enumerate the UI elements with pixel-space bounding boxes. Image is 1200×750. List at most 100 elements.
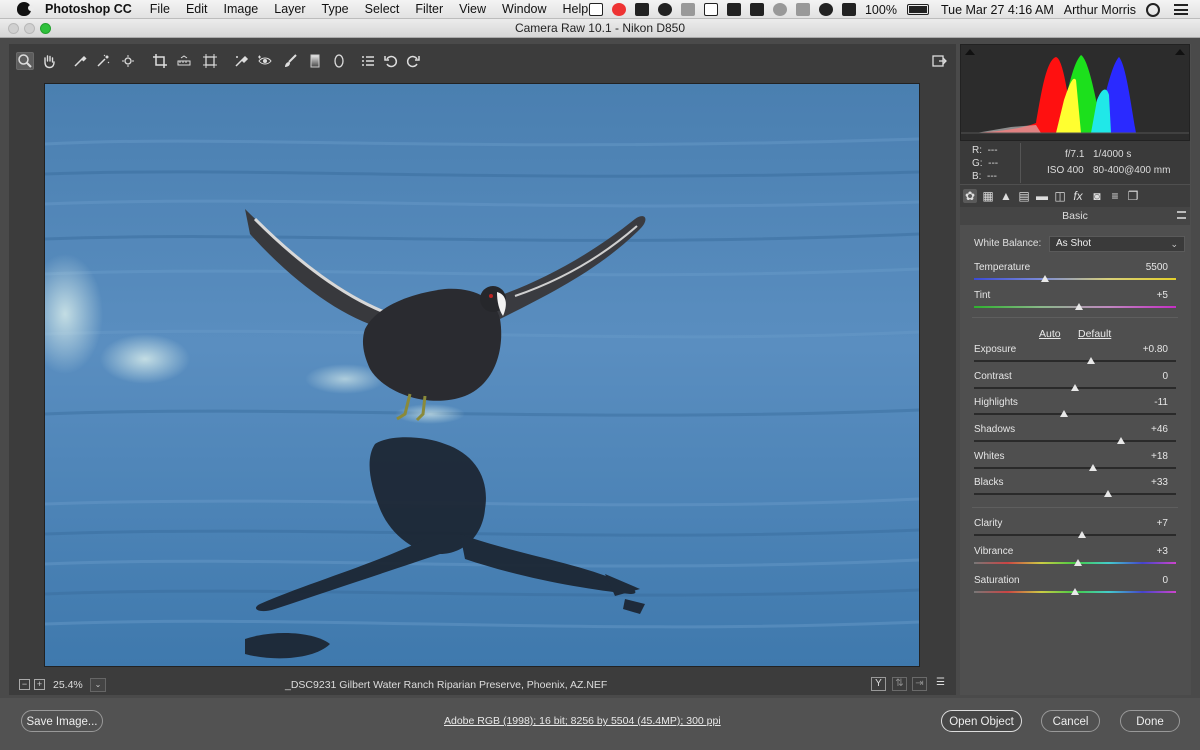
menu-select[interactable]: Select (365, 2, 400, 16)
basic-tab-icon[interactable]: ✿ (963, 189, 977, 203)
slider-track[interactable] (974, 278, 1176, 280)
radial-filter-icon[interactable] (330, 52, 348, 70)
spot-removal-tool-icon[interactable] (232, 52, 250, 70)
zoom-window-button[interactable] (40, 23, 51, 34)
menu-help[interactable]: Help (563, 2, 589, 16)
app-menu[interactable]: Photoshop CC (45, 2, 132, 16)
notification-center-icon[interactable] (1174, 4, 1188, 15)
toggle-settings-icon[interactable]: ☰ (933, 677, 948, 691)
clock[interactable]: Tue Mar 27 4:16 AM (941, 3, 1054, 17)
white-balance-select[interactable]: As Shot ⌄ (1049, 236, 1185, 252)
tray-red-icon[interactable] (611, 3, 626, 16)
menu-window[interactable]: Window (502, 2, 546, 16)
menu-filter[interactable]: Filter (415, 2, 443, 16)
slider-tint[interactable]: Tint +5 (974, 290, 1176, 310)
color-sampler-tool-icon[interactable] (94, 52, 112, 70)
apple-menu-icon[interactable] (17, 2, 34, 16)
slider-temperature[interactable]: Temperature 5500 (974, 262, 1176, 282)
rotate-right-icon[interactable] (404, 52, 422, 70)
slider-clarity[interactable]: Clarity +7 (974, 518, 1176, 538)
bluetooth-icon[interactable] (795, 3, 810, 16)
battery-icon[interactable] (906, 4, 929, 15)
auto-button[interactable]: Auto (1039, 328, 1061, 340)
presets-tab-icon[interactable]: ≡ (1108, 189, 1122, 203)
minimize-window-button[interactable] (24, 23, 35, 34)
slider-value[interactable]: +7 (1157, 518, 1168, 529)
close-window-button[interactable] (8, 23, 19, 34)
tray-5-icon[interactable] (588, 3, 603, 16)
done-button[interactable]: Done (1120, 710, 1180, 732)
menu-view[interactable]: View (459, 2, 486, 16)
slider-value[interactable]: +33 (1151, 477, 1168, 488)
slider-vibrance[interactable]: Vibrance +3 (974, 546, 1176, 566)
slider-value[interactable]: +46 (1151, 424, 1168, 435)
cancel-button[interactable]: Cancel (1041, 710, 1100, 732)
hand-tool-icon[interactable] (40, 52, 58, 70)
image-preview[interactable] (44, 83, 920, 667)
preferences-list-icon[interactable] (359, 52, 377, 70)
slider-value[interactable]: +5 (1157, 290, 1168, 301)
camera-calibration-tab-icon[interactable]: ◙ (1090, 189, 1104, 203)
panel-menu-icon[interactable] (1177, 211, 1186, 219)
slider-value[interactable]: +3 (1157, 546, 1168, 557)
save-image-button[interactable]: Save Image... (21, 710, 103, 732)
slider-track[interactable] (974, 440, 1176, 442)
split-toning-tab-icon[interactable]: ▬ (1035, 189, 1049, 203)
slider-track[interactable] (974, 413, 1176, 415)
menu-edit[interactable]: Edit (186, 2, 208, 16)
slider-shadows[interactable]: Shadows +46 (974, 424, 1176, 444)
lens-corrections-tab-icon[interactable]: ◫ (1053, 189, 1067, 203)
menu-file[interactable]: File (150, 2, 170, 16)
slider-value[interactable]: 0 (1162, 371, 1168, 382)
slider-saturation[interactable]: Saturation 0 (974, 575, 1176, 595)
zoom-tool-icon[interactable] (16, 52, 34, 70)
slider-thumb[interactable] (1074, 559, 1083, 566)
slider-contrast[interactable]: Contrast 0 (974, 371, 1176, 391)
slider-track[interactable] (974, 534, 1176, 536)
tray-dropbox-icon[interactable] (634, 3, 649, 16)
detail-tab-icon[interactable]: ▲ (999, 189, 1013, 203)
open-object-button[interactable]: Open Object (941, 710, 1022, 732)
slider-value[interactable]: 5500 (1146, 262, 1168, 273)
slider-track[interactable] (974, 360, 1176, 362)
menu-layer[interactable]: Layer (274, 2, 305, 16)
slider-thumb[interactable] (1078, 531, 1087, 538)
tray-binoculars-icon[interactable] (749, 3, 764, 16)
slider-thumb[interactable] (1040, 275, 1049, 282)
tray-time-machine-icon[interactable] (772, 3, 787, 16)
slider-value[interactable]: -11 (1154, 397, 1168, 408)
fullscreen-toggle-icon[interactable] (930, 52, 948, 70)
slider-track[interactable] (974, 493, 1176, 495)
zoom-out-button[interactable]: − (19, 679, 30, 690)
before-after-view-button[interactable]: Y (871, 677, 886, 691)
slider-highlights[interactable]: Highlights -11 (974, 397, 1176, 417)
rotate-left-icon[interactable] (382, 52, 400, 70)
spotlight-search-icon[interactable] (1146, 2, 1160, 17)
slider-value[interactable]: +18 (1151, 451, 1168, 462)
slider-track[interactable] (974, 467, 1176, 469)
menu-type[interactable]: Type (322, 2, 349, 16)
transform-tool-icon[interactable] (201, 52, 219, 70)
adjustment-brush-icon[interactable] (281, 52, 299, 70)
tray-c-icon[interactable] (703, 3, 718, 16)
volume-icon[interactable] (841, 3, 856, 16)
workflow-options-link[interactable]: Adobe RGB (1998); 16 bit; 8256 by 5504 (… (444, 715, 721, 727)
slider-thumb[interactable] (1087, 357, 1096, 364)
copy-settings-icon[interactable]: ⇥ (912, 677, 927, 691)
slider-thumb[interactable] (1059, 410, 1068, 417)
white-balance-tool-icon[interactable] (71, 52, 89, 70)
slider-thumb[interactable] (1117, 437, 1126, 444)
slider-thumb[interactable] (1071, 384, 1079, 391)
swap-settings-icon[interactable]: ⇅ (892, 677, 907, 691)
graduated-filter-icon[interactable] (306, 52, 324, 70)
slider-whites[interactable]: Whites +18 (974, 451, 1176, 471)
menu-image[interactable]: Image (224, 2, 259, 16)
crop-tool-icon[interactable] (151, 52, 169, 70)
wifi-icon[interactable] (818, 3, 833, 16)
effects-tab-icon[interactable]: fx (1071, 189, 1085, 203)
tone-curve-tab-icon[interactable]: ▦ (981, 189, 995, 203)
slider-thumb[interactable] (1089, 464, 1098, 471)
slider-value[interactable]: +0.80 (1143, 344, 1168, 355)
user-menu[interactable]: Arthur Morris (1064, 3, 1136, 17)
targeted-adjustment-tool-icon[interactable] (119, 52, 137, 70)
